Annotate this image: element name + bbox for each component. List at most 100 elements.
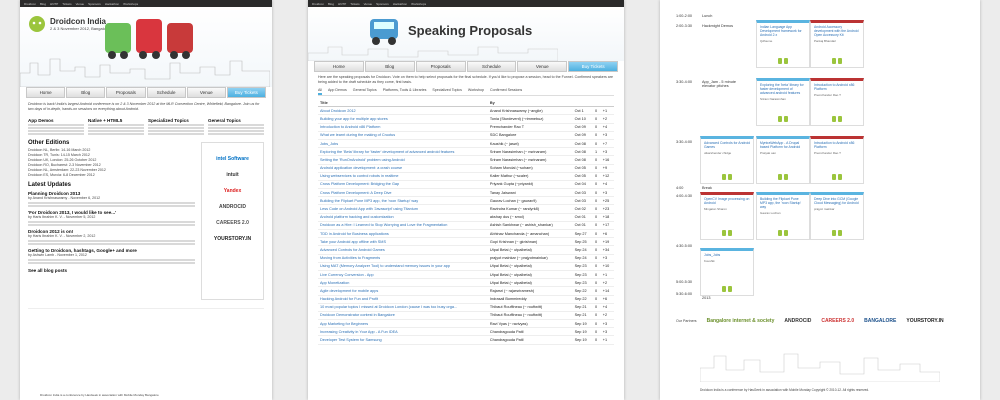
proposal-title[interactable]: Less Code on Android App with 'Javascrip… <box>318 204 488 214</box>
table-row[interactable]: Live Currency Conversion - App Utpal Beta… <box>318 270 614 280</box>
proposal-tab[interactable]: Confirmed Sessions <box>490 88 522 95</box>
topnav-link[interactable]: Sponsors <box>88 2 101 6</box>
nav-item[interactable]: Blog <box>66 87 106 98</box>
partner-logo[interactable]: YOURSTORY.IN <box>906 318 943 324</box>
sponsor-logo[interactable]: CAREERS 2.0 <box>205 220 260 226</box>
session-title[interactable]: OpenCV Image processing on Android <box>701 195 753 207</box>
proposal-title[interactable]: Android application development: a crash… <box>318 164 488 173</box>
session-card[interactable]: Deep Dive into GCM (Google Cloud Messagi… <box>810 192 864 240</box>
table-row[interactable]: Jobs_Jobs Kaushik (~ jaswi) Oct 08 0 +7 <box>318 139 614 149</box>
proposal-title[interactable]: Using MAT (Memory Analyzer Tool) to unde… <box>318 262 488 271</box>
nav-item[interactable]: Schedule <box>466 61 517 72</box>
column-header[interactable]: Title <box>318 99 488 108</box>
session-title[interactable]: MyntraWebApp - A Drupal based Platform f… <box>757 139 809 151</box>
proposal-title[interactable]: Cross Platform Development: Bridging the… <box>318 180 488 190</box>
table-row[interactable]: Developer Test System for Samsung Chandra… <box>318 335 614 345</box>
table-row[interactable]: Droidcon as a Hire: I Learned to Stop Wo… <box>318 221 614 231</box>
topnav-link[interactable]: Workshops <box>411 2 426 6</box>
session-title[interactable]: Introduction to Android x86 Platform <box>811 139 863 151</box>
partner-logo[interactable]: BANGALORE <box>864 318 896 324</box>
table-row[interactable]: Building the Flipkart Pune MP3 app, the … <box>318 196 614 206</box>
proposal-title[interactable]: 10 most popular topics I missed at Droid… <box>318 303 488 312</box>
proposal-tab[interactable]: Platforms, Tools & Libraries <box>383 88 427 95</box>
table-row[interactable]: Less Code on Android App with 'Javascrip… <box>318 204 614 214</box>
proposal-title[interactable]: Live Currency Conversion - App <box>318 270 488 280</box>
proposal-title[interactable]: Building your app for multiple app store… <box>318 114 488 124</box>
column-header[interactable] <box>592 99 601 108</box>
table-row[interactable]: Moving from Activities to Fragments prajy… <box>318 254 614 263</box>
partner-logo[interactable]: CAREERS 2.0 <box>821 318 854 324</box>
column-header[interactable]: By <box>487 99 573 108</box>
proposal-title[interactable]: Increasing Creativity in Your App - A Fu… <box>318 327 488 337</box>
table-row[interactable]: Advanced Controls for Android Games Utpal… <box>318 245 614 255</box>
partner-logo[interactable]: Bangalore internet & society <box>707 318 775 324</box>
session-title[interactable]: Android Accessory development with the A… <box>811 23 863 39</box>
proposal-tab[interactable]: Specialized Topics <box>432 88 462 95</box>
topnav-link[interactable]: Droidcon <box>312 2 324 6</box>
topnav-link[interactable]: Sponsors <box>376 2 389 6</box>
table-row[interactable]: Droidcon Demonstrator contest in Bangalo… <box>318 311 614 321</box>
proposal-title[interactable]: Hacking Android for Fun and Profit <box>318 295 488 304</box>
edition-link[interactable]: Droidcon ES, Murcia: 6-8 December 2012 <box>28 173 195 178</box>
topnav-link[interactable]: Blog <box>328 2 334 6</box>
table-row[interactable]: App Monetization Utpal Betai (~ utpalbeta… <box>318 278 614 288</box>
proposal-title[interactable]: Building the Flipkart Pune MP3 app, the … <box>318 196 488 206</box>
table-row[interactable]: Exploring the 'Beta' library for 'faster… <box>318 147 614 157</box>
sponsor-logo[interactable]: ANDROCID <box>205 204 260 210</box>
sponsor-logo[interactable]: Yandex <box>205 188 260 194</box>
session-title[interactable]: Jobs_Jobs <box>701 251 753 259</box>
table-row[interactable]: Cross Platform Development: A Deep Dive T… <box>318 188 614 198</box>
table-row[interactable]: About Droidcon 2012 Anand Krishnaswamy (~… <box>318 106 614 116</box>
session-card[interactable]: Indian Language App Development framewor… <box>756 20 810 68</box>
sponsor-logo[interactable]: YOURSTORY.IN <box>205 236 260 242</box>
topnav-link[interactable]: Venue <box>364 2 373 6</box>
nav-item[interactable]: Blog <box>364 61 415 72</box>
proposal-tab[interactable]: All <box>318 88 322 95</box>
table-row[interactable]: Increasing Creativity in Your App - A Fu… <box>318 327 614 337</box>
proposal-title[interactable]: Take your Android app offline with SMS <box>318 237 488 247</box>
topnav-link[interactable]: HNTP <box>338 2 346 6</box>
sponsor-logo[interactable]: intel Software <box>205 156 260 162</box>
proposal-title[interactable]: App Monetization <box>318 278 488 288</box>
proposal-title[interactable]: Using webservices to control robots in r… <box>318 172 488 181</box>
table-row[interactable]: Using webservices to control robots in r… <box>318 172 614 181</box>
nav-item[interactable]: Buy Tickets <box>568 61 618 72</box>
table-row[interactable]: Take your Android app offline with SMS Go… <box>318 237 614 247</box>
topnav-link[interactable]: Workshops <box>123 2 138 6</box>
table-row[interactable]: Using MAT (Memory Analyzer Tool) to unde… <box>318 262 614 271</box>
proposal-tab[interactable]: Workshop <box>468 88 484 95</box>
proposal-title[interactable]: Developer Test System for Samsung <box>318 335 488 345</box>
session-title[interactable]: Building the Flipkart Pune MP3 app, the … <box>757 195 809 211</box>
proposal-title[interactable]: Agile development for mobile apps <box>318 286 488 296</box>
session-title[interactable]: Introduction to Android x86 Platform <box>811 81 863 93</box>
table-row[interactable]: App Marketing for Beginners Ravi Vyas (~ … <box>318 319 614 329</box>
session-title[interactable]: Advanced Controls for Android Games <box>701 139 753 151</box>
proposal-title[interactable]: Cross Platform Development: A Deep Dive <box>318 188 488 198</box>
proposal-title[interactable]: Exploring the 'Beta' library for 'faster… <box>318 147 488 157</box>
nav-item[interactable]: Proposals <box>106 87 146 98</box>
session-title[interactable]: Exploring the 'beta' library for faster … <box>757 81 809 97</box>
table-row[interactable]: What we learnt during the making of Cruo… <box>318 131 614 140</box>
proposal-title[interactable]: Introduction to Android x86 Platform <box>318 123 488 132</box>
partner-logo[interactable]: ANDROCID <box>784 318 811 324</box>
session-card[interactable]: Advanced Controls for Android Games utkar… <box>700 136 754 184</box>
topnav-link[interactable]: Hackathon <box>393 2 407 6</box>
proposal-title[interactable]: Android platform hacking and customizati… <box>318 213 488 222</box>
nav-item[interactable]: Proposals <box>415 61 466 72</box>
table-row[interactable]: Building your app for multiple app store… <box>318 114 614 124</box>
topnav-link[interactable]: Tickets <box>62 2 71 6</box>
table-row[interactable]: Introduction to Android x86 Platform Prem… <box>318 123 614 132</box>
proposal-title[interactable]: What we learnt during the making of Cruo… <box>318 131 488 140</box>
table-row[interactable]: Agile development for mobile apps Rajarsr… <box>318 286 614 296</box>
proposal-title[interactable]: Jobs_Jobs <box>318 139 488 149</box>
topnav-link[interactable]: Blog <box>40 2 46 6</box>
proposal-title[interactable]: Setting the 'RunOnAndroid' problem using… <box>318 155 488 165</box>
session-card[interactable]: MyntraWebApp - A Drupal based Platform f… <box>756 136 810 184</box>
proposal-title[interactable]: TDD in Android for Business applications <box>318 229 488 239</box>
proposal-title[interactable]: Droidcon Demonstrator contest in Bangalo… <box>318 311 488 321</box>
session-title[interactable]: Indian Language App Development framewor… <box>757 23 809 39</box>
nav-item[interactable]: Venue <box>186 87 226 98</box>
proposal-title[interactable]: About Droidcon 2012 <box>318 106 488 116</box>
nav-item[interactable]: Schedule <box>146 87 186 98</box>
table-row[interactable]: 10 most popular topics I missed at Droid… <box>318 303 614 312</box>
